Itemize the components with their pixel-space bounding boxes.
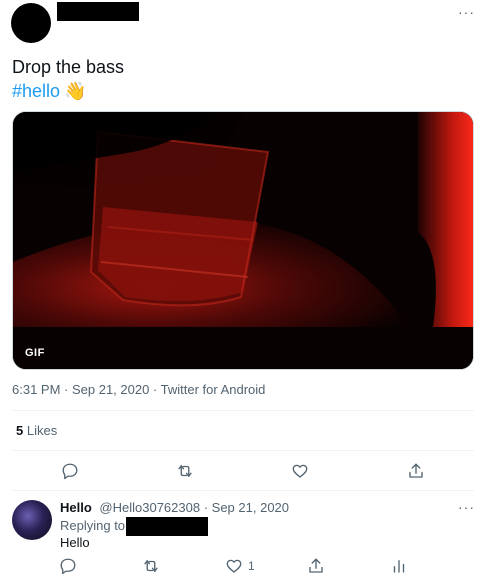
retweet-icon[interactable] bbox=[175, 461, 195, 481]
likes-label: Likes bbox=[26, 423, 58, 438]
author-avatar[interactable] bbox=[11, 3, 51, 43]
reply-icon[interactable] bbox=[58, 556, 78, 576]
share-icon[interactable] bbox=[406, 461, 426, 481]
redacted-replying-to-handle bbox=[126, 517, 208, 536]
reply-like-count: 1 bbox=[248, 559, 255, 573]
likes-count[interactable]: 5 Likes bbox=[16, 423, 57, 438]
gif-frame-image bbox=[13, 112, 473, 369]
divider bbox=[12, 450, 474, 451]
gif-badge: GIF bbox=[25, 347, 45, 359]
like-icon[interactable] bbox=[290, 461, 310, 481]
reply-more-options-icon[interactable]: ··· bbox=[458, 499, 475, 515]
hashtag-line: #hello 👋 bbox=[12, 80, 86, 102]
reply-author-avatar[interactable] bbox=[12, 500, 52, 540]
replying-to-label: Replying to bbox=[60, 518, 126, 533]
reply-header: Hello @Hello30762308 · Sep 21, 2020 bbox=[60, 500, 289, 515]
analytics-icon[interactable] bbox=[389, 556, 409, 576]
reply-icon[interactable] bbox=[60, 461, 80, 481]
share-icon[interactable] bbox=[306, 556, 326, 576]
hashtag-link[interactable]: #hello bbox=[12, 81, 60, 101]
tweet-timestamp[interactable]: 6:31 PM · Sep 21, 2020 · Twitter for And… bbox=[12, 382, 265, 397]
redacted-author-name bbox=[57, 2, 139, 21]
reply-author-name[interactable]: Hello bbox=[60, 500, 92, 515]
waving-hand-emoji: 👋 bbox=[64, 81, 87, 101]
reply-author-handle[interactable]: @Hello30762308 bbox=[99, 500, 200, 515]
divider bbox=[12, 490, 474, 491]
retweet-icon[interactable] bbox=[141, 556, 161, 576]
reply-text: Hello bbox=[60, 535, 90, 550]
divider bbox=[12, 410, 474, 411]
more-options-icon[interactable]: ··· bbox=[458, 4, 475, 20]
tweet-media-gif[interactable]: GIF bbox=[12, 111, 474, 370]
tweet-text: Drop the bass bbox=[12, 57, 125, 77]
likes-number: 5 bbox=[16, 423, 24, 438]
reply-date[interactable]: · Sep 21, 2020 bbox=[204, 500, 289, 515]
like-icon[interactable] bbox=[224, 556, 244, 576]
